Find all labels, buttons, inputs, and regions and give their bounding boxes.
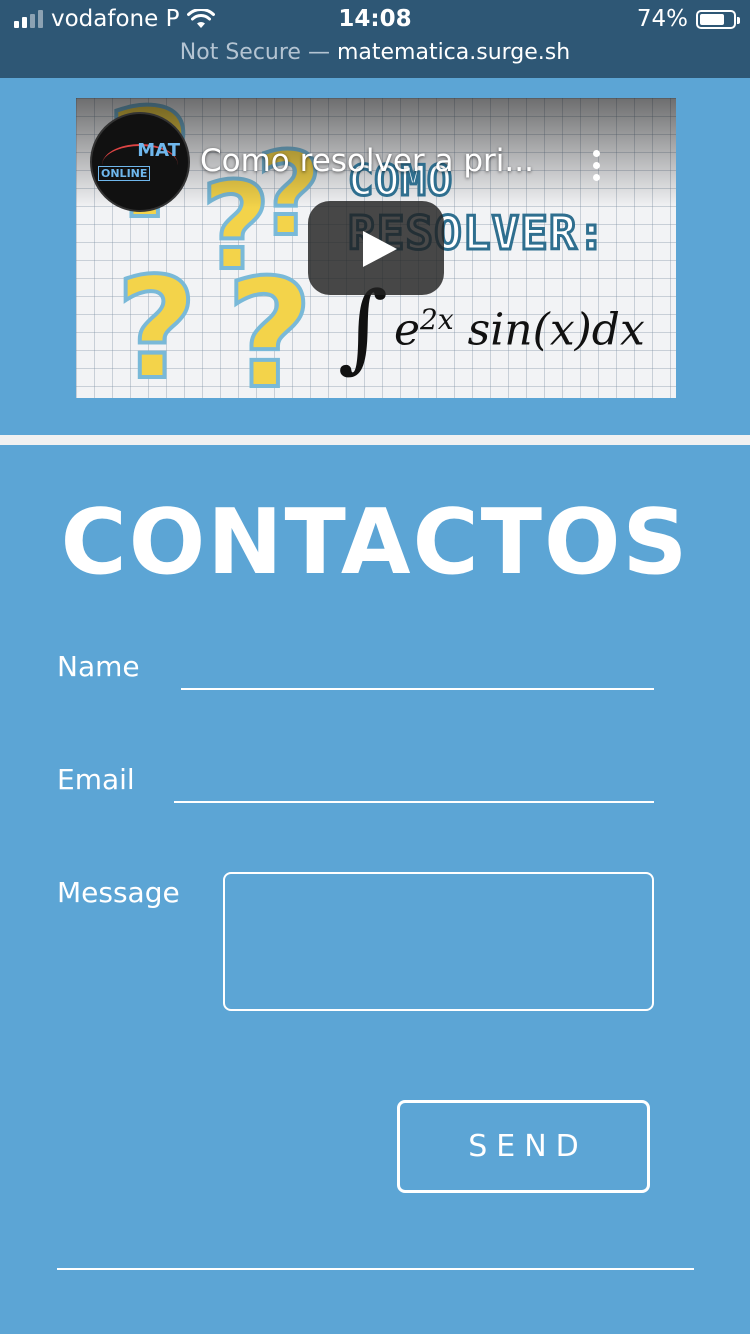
footer-divider (57, 1268, 694, 1270)
battery-status: 74% (636, 6, 740, 32)
battery-percent: 74% (636, 6, 688, 32)
page-title: CONTACTOS (60, 490, 690, 595)
url-host: matematica.surge.sh (336, 40, 571, 65)
send-button[interactable]: SEND (397, 1100, 650, 1193)
email-label: Email (57, 763, 135, 796)
name-label: Name (57, 650, 140, 683)
email-field[interactable] (174, 763, 654, 803)
video-embed[interactable]: ? ? ? ? ? COMO RESOLVER: ∫ e2x sin(x)dx … (76, 98, 676, 398)
name-field[interactable] (181, 650, 654, 690)
channel-avatar[interactable]: MAT ONLINE (90, 112, 190, 212)
message-label: Message (57, 876, 180, 909)
security-label: Not Secure — (179, 40, 330, 65)
address-bar[interactable]: Not Secure — matematica.surge.sh (0, 40, 750, 65)
section-divider (0, 435, 750, 445)
battery-icon (696, 9, 740, 29)
play-icon[interactable] (308, 201, 444, 295)
message-field[interactable] (223, 872, 654, 1011)
question-mark-decoration: ? (114, 246, 199, 398)
browser-top-bar: vodafone P 14:08 74% Not Secure — matema… (0, 0, 750, 78)
status-bar: vodafone P 14:08 74% (0, 6, 750, 36)
question-mark-decoration: ? (224, 246, 315, 398)
more-vert-icon[interactable] (592, 150, 600, 181)
video-title[interactable]: Como resolver a pri... (200, 143, 534, 179)
